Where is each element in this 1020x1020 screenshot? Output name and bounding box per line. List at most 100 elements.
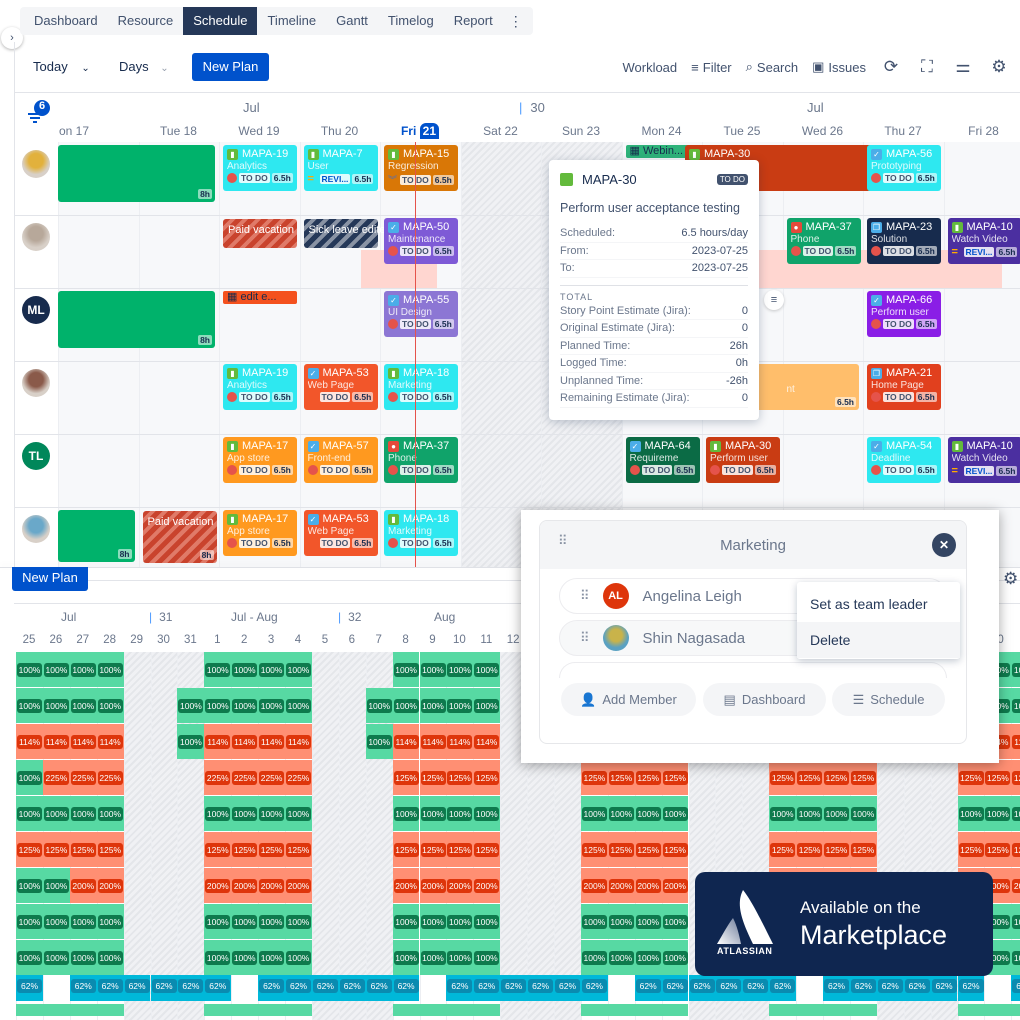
workload-cell[interactable]: 100% <box>258 652 285 687</box>
leave-block[interactable]: Paid vacation 8h <box>142 511 217 563</box>
workload-cell[interactable]: 114% <box>69 724 97 759</box>
workload-cell[interactable]: 100% <box>69 796 97 831</box>
task-card[interactable]: ✓ MAPA-64 Requireme TO DO 6.5h <box>625 437 700 483</box>
workload-cell[interactable]: 114% <box>96 724 124 759</box>
team-workload-cell[interactable]: 62% <box>311 975 339 1001</box>
day-header[interactable]: 0 <box>1011 634 1020 646</box>
workload-cell[interactable]: 100% <box>661 796 689 831</box>
task-card[interactable]: ▮ MAPA-7 User = REVI... 6.5h <box>303 145 378 191</box>
workload-cell[interactable]: 225% <box>258 760 285 795</box>
day-header[interactable]: Thu 20 <box>300 124 380 138</box>
team-workload-cell[interactable]: 62% <box>634 975 662 1001</box>
workload-cell[interactable]: 125% <box>634 832 662 867</box>
schedule-button[interactable]: ☰ Schedule <box>832 683 945 716</box>
workload-cell[interactable]: 100% <box>204 940 232 975</box>
workload-cell[interactable]: 100% <box>580 940 608 975</box>
workload-cell[interactable]: 125% <box>473 832 501 867</box>
day-header[interactable]: 9 <box>420 634 446 646</box>
task-card[interactable]: ✓ MAPA-55 UI Design TO DO 6.5h <box>384 291 458 337</box>
day-header[interactable]: Tue 25 <box>702 124 782 138</box>
team-workload-cell[interactable]: 62% <box>580 975 608 1001</box>
marketplace-badge[interactable]: ATLASSIAN Available on the Marketplace <box>695 872 993 976</box>
team-workload-cell[interactable]: 62% <box>527 975 554 1001</box>
workload-cell[interactable]: 200% <box>204 868 232 903</box>
task-card[interactable]: ✓ MAPA-57 Front-end TO DO 6.5h <box>303 437 378 483</box>
workload-cell[interactable]: 225% <box>42 760 70 795</box>
workload-cell[interactable]: 100% <box>849 796 877 831</box>
day-header[interactable]: 27 <box>70 634 96 646</box>
day-header[interactable]: 30 <box>151 634 177 646</box>
workload-cell[interactable]: 114% <box>16 724 43 759</box>
calendar-event[interactable]: ▦ edit e... <box>223 291 297 304</box>
workload-cell[interactable]: 225% <box>96 760 124 795</box>
task-card[interactable]: ▮ MAPA-10 Watch Video = REVI... 6.5h <box>947 437 1020 483</box>
avatar[interactable] <box>22 369 50 397</box>
drag-handle-icon[interactable]: ⠿ <box>580 589 589 602</box>
workload-cell[interactable]: 100% <box>796 796 823 831</box>
workload-cell[interactable]: 100% <box>984 796 1012 831</box>
team-workload-cell[interactable]: 62% <box>338 975 366 1001</box>
workload-cell[interactable]: 114% <box>42 724 70 759</box>
tab-gantt[interactable]: Gantt <box>326 7 378 35</box>
workload-cell[interactable]: 125% <box>204 832 232 867</box>
workload-button[interactable]: Workload <box>622 60 677 75</box>
filter-button[interactable]: ≡ Filter <box>691 60 731 75</box>
drag-handle-icon[interactable]: ⠿ <box>558 534 567 547</box>
workload-cell[interactable]: 200% <box>473 868 501 903</box>
task-card[interactable]: ▮ MAPA-17 App store TO DO 6.5h <box>223 510 297 556</box>
task-card[interactable]: ▮ MAPA-19 Analytics TO DO 6.5h <box>223 364 297 410</box>
workload-cell[interactable]: 100% <box>42 940 70 975</box>
set-team-leader-menu-item[interactable]: Set as team leader <box>797 586 960 622</box>
workload-cell[interactable]: 125% <box>392 760 420 795</box>
today-dropdown[interactable]: Today ⌄ <box>33 55 90 79</box>
task-card[interactable]: ▮ MAPA-17 App store TO DO 6.5h <box>223 437 297 483</box>
workload-cell[interactable]: 114% <box>419 724 447 759</box>
workload-cell[interactable]: 125% <box>849 760 877 795</box>
team-workload-cell[interactable]: 62% <box>554 975 581 1001</box>
sliders-icon[interactable]: ⚌ <box>952 57 974 77</box>
tab-dashboard[interactable]: Dashboard <box>24 7 108 35</box>
workload-cell[interactable]: 125% <box>849 832 877 867</box>
team-workload-cell[interactable]: 62% <box>365 975 393 1001</box>
workload-cell[interactable]: 125% <box>69 832 97 867</box>
workload-cell[interactable]: 100% <box>1011 652 1020 687</box>
workload-cell[interactable]: 125% <box>419 760 447 795</box>
team-workload-cell[interactable]: 62% <box>258 975 285 1001</box>
day-header[interactable]: Fri 28 <box>944 124 1020 138</box>
workload-cell[interactable]: 200% <box>419 868 447 903</box>
delete-menu-item[interactable]: Delete <box>797 622 960 658</box>
workload-cell[interactable]: 100% <box>473 688 501 723</box>
workload-cell[interactable]: 100% <box>1011 904 1020 939</box>
workload-cell[interactable]: 114% <box>285 724 312 759</box>
workload-cell[interactable]: 100% <box>16 652 43 687</box>
workload-cell[interactable]: 200% <box>1011 868 1020 903</box>
issues-button[interactable]: ▣ Issues <box>812 59 866 75</box>
workload-cell[interactable]: 125% <box>42 832 70 867</box>
team-workload-cell[interactable]: 62% <box>930 975 958 1001</box>
more-tabs-icon[interactable]: ⋮ <box>503 13 529 30</box>
day-header[interactable]: 7 <box>366 634 392 646</box>
workload-cell[interactable]: 100% <box>258 796 285 831</box>
workload-cell[interactable]: 100% <box>16 688 43 723</box>
day-header[interactable]: 10 <box>446 634 472 646</box>
workload-cell[interactable]: 125% <box>607 760 635 795</box>
workload-cell[interactable]: 100% <box>580 796 608 831</box>
day-header[interactable]: Sat 22 <box>461 124 541 138</box>
workload-cell[interactable]: 100% <box>285 940 312 975</box>
workload-cell[interactable]: 100% <box>365 724 393 759</box>
team-workload-cell[interactable]: 62% <box>661 975 689 1001</box>
workload-cell[interactable]: 100% <box>231 940 259 975</box>
workload-cell[interactable]: 100% <box>419 796 447 831</box>
search-button[interactable]: ⌕ Search <box>746 59 798 75</box>
workload-cell[interactable]: 100% <box>204 652 232 687</box>
workload-cell[interactable]: 100% <box>365 688 393 723</box>
avatar[interactable]: ML <box>22 296 50 324</box>
workload-cell[interactable]: 100% <box>177 688 205 723</box>
workload-cell[interactable]: 125% <box>823 832 850 867</box>
day-header[interactable]: Sun 23 <box>541 124 621 138</box>
workload-cell[interactable]: 100% <box>607 940 635 975</box>
task-card[interactable]: ▮ MAPA-10 Watch Video = REVI... 6.5h <box>947 218 1020 264</box>
workload-cell[interactable]: 100% <box>473 940 501 975</box>
team-workload-cell[interactable]: 62% <box>150 975 178 1001</box>
workload-cell[interactable]: 100% <box>96 796 124 831</box>
